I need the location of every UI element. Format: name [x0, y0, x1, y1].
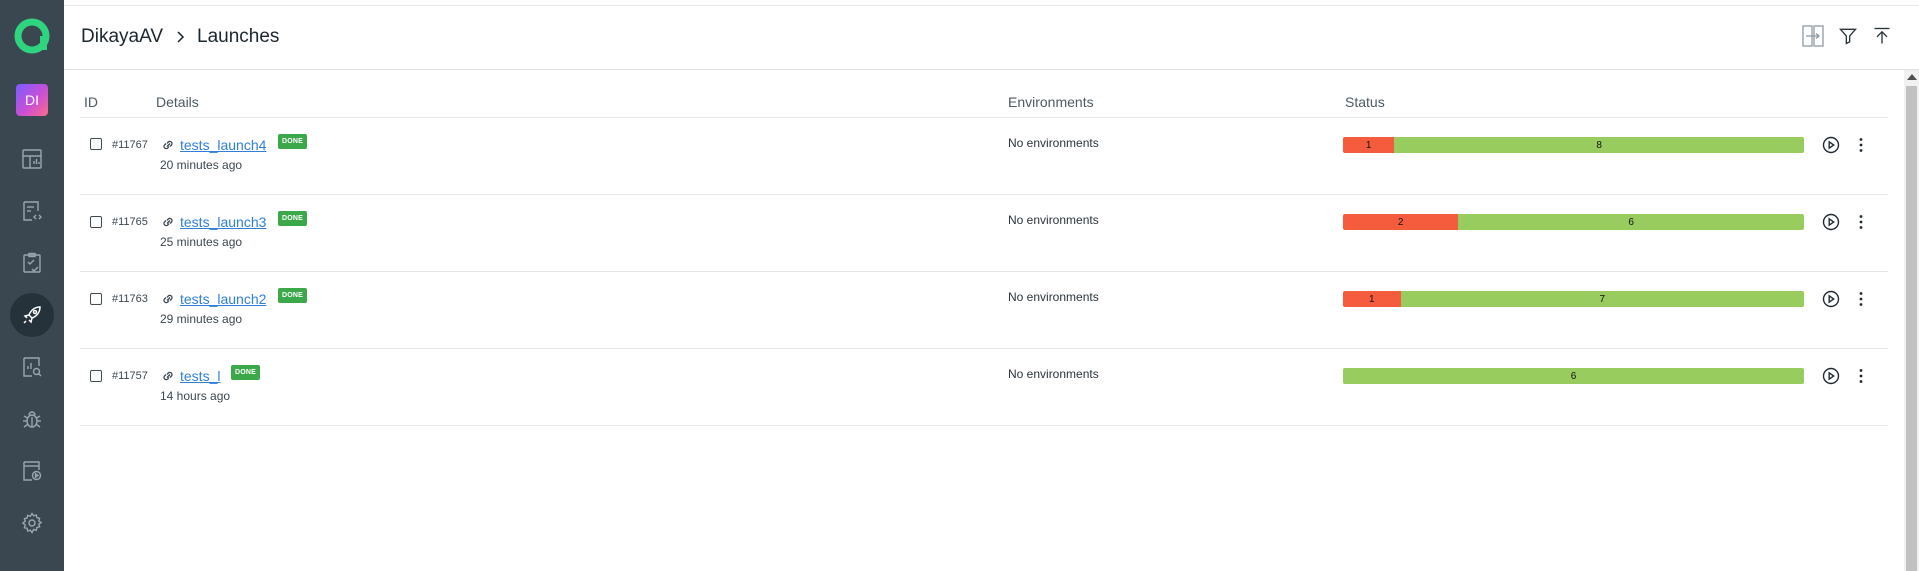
play-circle-icon	[1822, 213, 1840, 231]
project-avatar[interactable]: DI	[16, 84, 48, 116]
row-checkbox[interactable]	[90, 293, 102, 305]
environments-value: No environments	[1008, 136, 1099, 150]
row-divider	[80, 271, 1888, 272]
nav-settings[interactable]	[10, 501, 54, 545]
analytics-icon	[23, 357, 42, 377]
launch-id: #11763	[112, 293, 148, 305]
filter-icon	[1839, 28, 1857, 45]
nav-jobs[interactable]	[10, 449, 54, 493]
more-vertical-icon	[1859, 369, 1863, 383]
failed-segment[interactable]: 1	[1343, 137, 1395, 153]
row-divider	[80, 425, 1888, 426]
launch-name-link[interactable]: tests_launch2	[180, 291, 266, 307]
launches-rocket-icon	[23, 306, 41, 324]
nav-dashboard[interactable]	[10, 137, 54, 181]
scroll-up-arrow-icon[interactable]	[1907, 74, 1917, 80]
scrollbar-thumb[interactable]	[1906, 86, 1917, 571]
row-checkbox[interactable]	[90, 138, 102, 150]
launch-id: #11765	[112, 216, 148, 228]
link-icon	[163, 371, 173, 381]
column-header-details: Details	[156, 94, 199, 110]
row-checkbox[interactable]	[90, 216, 102, 228]
nav-test-plans[interactable]	[10, 241, 54, 285]
page-header: DikayaAV Launches	[64, 6, 1919, 70]
launch-time: 25 minutes ago	[160, 235, 243, 249]
more-vertical-icon	[1859, 215, 1863, 229]
breadcrumb-page: Launches	[197, 26, 280, 47]
settings-gear-icon	[21, 512, 43, 534]
passed-segment[interactable]: 7	[1400, 291, 1804, 307]
launch-id: #11767	[112, 139, 148, 151]
more-menu-button[interactable]	[1851, 135, 1871, 155]
passed-segment[interactable]: 8	[1394, 137, 1804, 153]
rerun-button[interactable]	[1821, 289, 1841, 309]
status-badge: DONE	[278, 288, 308, 303]
more-menu-button[interactable]	[1851, 289, 1871, 309]
launch-name-link[interactable]: tests_launch3	[180, 214, 266, 230]
breadcrumb: DikayaAV Launches	[81, 26, 279, 48]
launch-name-link[interactable]: tests_launch4	[180, 137, 266, 153]
status-bar[interactable]: 0 6	[1343, 368, 1804, 384]
launch-time: 29 minutes ago	[160, 312, 243, 326]
launch-time: 14 hours ago	[160, 389, 231, 403]
more-vertical-icon	[1859, 138, 1863, 152]
nav-test-cases[interactable]	[10, 189, 54, 233]
more-vertical-icon	[1859, 292, 1863, 306]
app-root: DI DikayaAV Launches ID Details Environm…	[0, 0, 1919, 571]
filter-button[interactable]	[1836, 24, 1860, 48]
failed-segment[interactable]: 2	[1343, 214, 1459, 230]
nav-analytics[interactable]	[10, 345, 54, 389]
launch-id: #11757	[112, 370, 148, 382]
nav-defects[interactable]	[10, 397, 54, 441]
column-header-id: ID	[84, 94, 98, 110]
passed-segment[interactable]: 6	[1343, 368, 1804, 384]
status-badge: DONE	[231, 365, 261, 380]
breadcrumb-project[interactable]: DikayaAV	[81, 26, 163, 48]
status-bar[interactable]: 2 6	[1343, 214, 1804, 230]
environments-value: No environments	[1008, 367, 1099, 381]
defects-bug-icon	[23, 411, 41, 428]
row-checkbox[interactable]	[90, 370, 102, 382]
sidebar: DI	[0, 0, 64, 571]
upload-button[interactable]	[1870, 24, 1894, 48]
upload-arrow-icon	[1874, 27, 1890, 44]
passed-segment[interactable]: 6	[1458, 214, 1804, 230]
play-circle-icon	[1822, 136, 1840, 154]
link-icon	[163, 217, 173, 227]
header-divider	[80, 117, 1888, 118]
jobs-icon	[23, 461, 42, 481]
more-menu-button[interactable]	[1851, 366, 1871, 386]
test-plans-icon	[23, 252, 41, 273]
chevron-right-icon	[177, 31, 185, 43]
environments-value: No environments	[1008, 213, 1099, 227]
compare-button[interactable]	[1801, 24, 1825, 48]
more-menu-button[interactable]	[1851, 212, 1871, 232]
compare-icon	[1802, 25, 1824, 47]
rerun-button[interactable]	[1821, 212, 1841, 232]
status-bar[interactable]: 1 7	[1343, 291, 1804, 307]
allure-logo-icon[interactable]	[13, 17, 51, 55]
failed-segment[interactable]: 1	[1343, 291, 1401, 307]
column-header-environments: Environments	[1008, 94, 1094, 110]
test-cases-icon	[23, 201, 42, 221]
launch-name-link[interactable]: tests_l	[180, 368, 220, 384]
play-circle-icon	[1822, 290, 1840, 308]
rerun-button[interactable]	[1821, 366, 1841, 386]
launch-time: 20 minutes ago	[160, 158, 243, 172]
link-icon	[163, 140, 173, 150]
row-divider	[80, 194, 1888, 195]
status-bar[interactable]: 1 8	[1343, 137, 1804, 153]
environments-value: No environments	[1008, 290, 1099, 304]
play-circle-icon	[1822, 367, 1840, 385]
rerun-button[interactable]	[1821, 135, 1841, 155]
dashboard-icon	[22, 149, 42, 169]
status-badge: DONE	[278, 134, 308, 149]
row-divider	[80, 348, 1888, 349]
link-icon	[163, 294, 173, 304]
column-header-status: Status	[1345, 94, 1385, 110]
status-badge: DONE	[278, 211, 308, 226]
nav-launches[interactable]	[10, 293, 54, 337]
